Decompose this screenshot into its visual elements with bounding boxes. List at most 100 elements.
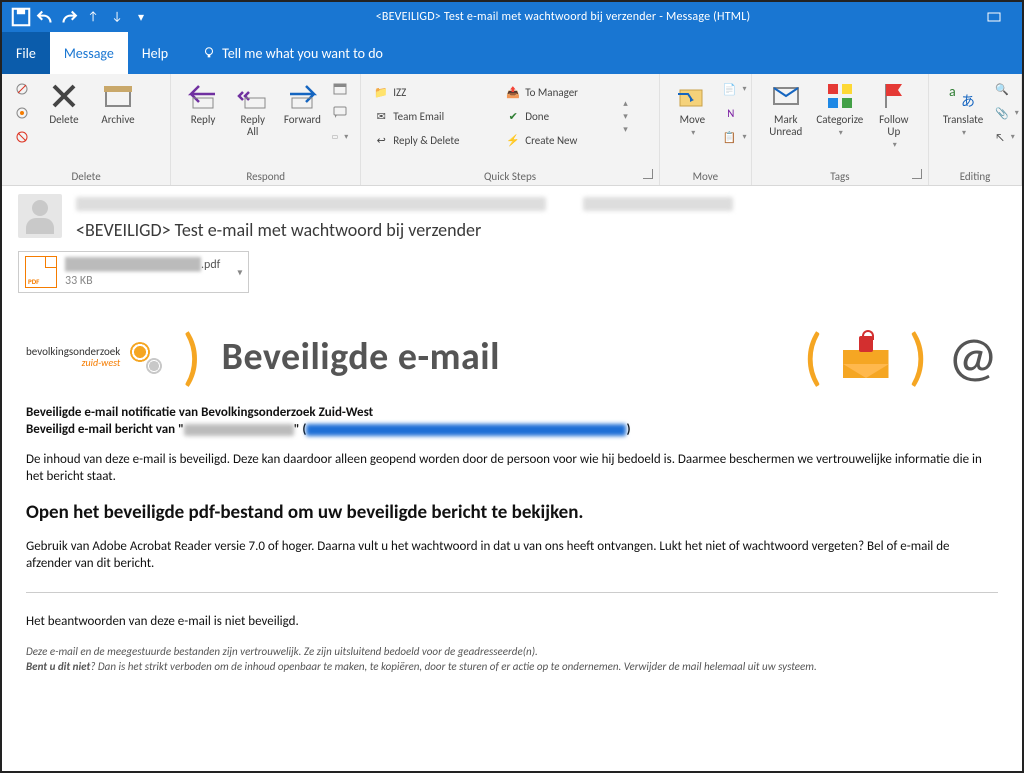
reply-icon bbox=[187, 80, 219, 112]
gear-icon bbox=[128, 340, 162, 374]
group-delete-label: Delete bbox=[10, 168, 162, 183]
svg-text:a: a bbox=[949, 83, 956, 100]
qs-to-manager[interactable]: 📤To Manager bbox=[501, 81, 621, 103]
save-button[interactable] bbox=[10, 6, 32, 28]
attachment[interactable]: ████████████████.pdf 33 KB ▾ bbox=[18, 251, 249, 293]
group-editing-label: Editing bbox=[937, 168, 1013, 183]
para-2: Gebruik van Adobe Acrobat Reader versie … bbox=[26, 538, 998, 572]
block-button[interactable] bbox=[10, 126, 36, 148]
pdf-icon bbox=[25, 256, 57, 288]
categorize-button[interactable]: Categorize bbox=[814, 78, 866, 138]
rules-icon: 📄 bbox=[723, 81, 737, 97]
attachment-dropdown[interactable]: ▾ bbox=[237, 266, 242, 279]
archive-button[interactable]: Archive bbox=[92, 78, 144, 126]
rules-button[interactable]: 📄 bbox=[719, 78, 743, 100]
tell-me-label: Tell me what you want to do bbox=[222, 45, 383, 62]
move-folder-icon bbox=[676, 80, 708, 112]
delete-label: Delete bbox=[49, 114, 78, 126]
translate-button[interactable]: aあ Translate bbox=[937, 78, 989, 138]
ignore-icon bbox=[14, 81, 30, 97]
select-button[interactable]: ↖ bbox=[991, 126, 1013, 148]
delete-button[interactable]: Delete bbox=[38, 78, 90, 126]
ignore-button[interactable] bbox=[10, 78, 36, 100]
para-1: De inhoud van deze e-mail is beveiligd. … bbox=[26, 451, 998, 485]
qs-team-email[interactable]: ✉Team Email bbox=[369, 105, 499, 127]
qs-down[interactable]: ▾ bbox=[623, 111, 641, 122]
im-icon bbox=[332, 105, 348, 121]
reply-button[interactable]: Reply bbox=[179, 78, 227, 126]
qs-more[interactable]: ▾ bbox=[623, 124, 641, 135]
translate-icon: aあ bbox=[947, 80, 979, 112]
archive-icon bbox=[102, 80, 134, 112]
menu-message[interactable]: Message bbox=[50, 32, 128, 74]
qs-reply-delete[interactable]: ↩Reply & Delete bbox=[369, 129, 499, 151]
group-tags-label: Tags bbox=[760, 168, 920, 183]
lock-mail-icon bbox=[843, 336, 889, 378]
related-icon: 📎 bbox=[995, 105, 1009, 121]
move-button[interactable]: Move bbox=[668, 78, 717, 138]
manager-icon: 📤 bbox=[505, 84, 521, 100]
tags-dialog-launcher[interactable] bbox=[912, 169, 922, 179]
window-box-icon[interactable] bbox=[974, 6, 1014, 28]
paren-left2-icon: ( bbox=[803, 332, 822, 382]
sender-avatar bbox=[18, 194, 62, 238]
subject: <BEVEILIGD> Test e-mail met wachtwoord b… bbox=[76, 219, 1006, 241]
attachment-ext: .pdf bbox=[201, 258, 220, 272]
more-respond-button[interactable] bbox=[328, 126, 352, 148]
redo-button[interactable] bbox=[58, 6, 80, 28]
translate-label: Translate bbox=[943, 114, 983, 126]
meeting-button[interactable] bbox=[328, 78, 352, 100]
tell-me-search[interactable]: Tell me what you want to do bbox=[188, 32, 397, 74]
forward-button[interactable]: Forward bbox=[279, 78, 327, 126]
qs-izz[interactable]: 📁IZZ bbox=[369, 81, 499, 103]
qs-done[interactable]: ✔Done bbox=[501, 105, 621, 127]
org-logo: bevolkingsonderzoekzuid-west bbox=[26, 340, 162, 374]
qs-create-new[interactable]: ⚡Create New bbox=[501, 129, 621, 151]
banner-title: Beveiligde e-mail bbox=[222, 334, 500, 380]
select-icon: ↖ bbox=[995, 129, 1005, 145]
svg-text:あ: あ bbox=[961, 93, 975, 110]
disclaimer-1: Deze e-mail en de meegestuurde bestanden… bbox=[26, 644, 998, 659]
categorize-icon bbox=[824, 80, 856, 112]
reply-all-button[interactable]: Reply All bbox=[229, 78, 277, 138]
up-button[interactable]: ↑ bbox=[82, 6, 104, 28]
delete-icon bbox=[48, 80, 80, 112]
disclaimer-2: Bent u dit niet? Dan is het strikt verbo… bbox=[26, 659, 998, 674]
notif-line2: Beveiligd e-mail bericht van "" () bbox=[26, 422, 998, 437]
divider bbox=[26, 592, 998, 593]
para-3: Het beantwoorden van deze e-mail is niet… bbox=[26, 613, 998, 630]
menu-help[interactable]: Help bbox=[128, 32, 182, 74]
mail-icon: ✉ bbox=[373, 108, 389, 124]
undo-button[interactable] bbox=[34, 6, 56, 28]
attachment-name: ████████████████ bbox=[65, 258, 201, 272]
lightning-icon: ⚡ bbox=[505, 132, 521, 148]
attachment-size: 33 KB bbox=[65, 274, 220, 288]
reply-label: Reply bbox=[191, 114, 216, 126]
find-button[interactable]: 🔍 bbox=[991, 78, 1013, 100]
menu-file[interactable]: File bbox=[2, 32, 50, 74]
sender-line bbox=[76, 194, 1006, 213]
qat-customize-button[interactable]: ▾ bbox=[130, 6, 152, 28]
junk-icon bbox=[14, 105, 30, 121]
reply-all-label: Reply All bbox=[240, 114, 265, 138]
heading-open-pdf: Open het beveiligde pdf-bestand om uw be… bbox=[26, 501, 998, 524]
archive-label: Archive bbox=[101, 114, 134, 126]
notif-line1: Beveiligde e-mail notificatie van Bevolk… bbox=[26, 405, 998, 420]
qs-up[interactable]: ▴ bbox=[623, 98, 641, 109]
im-button[interactable] bbox=[328, 102, 352, 124]
group-respond-label: Respond bbox=[179, 168, 352, 183]
find-icon: 🔍 bbox=[995, 81, 1009, 97]
down-button[interactable]: ↓ bbox=[106, 6, 128, 28]
categorize-label: Categorize bbox=[816, 114, 863, 126]
group-quicksteps-label: Quick Steps bbox=[369, 168, 651, 183]
follow-up-button[interactable]: Follow Up bbox=[868, 78, 920, 150]
junk-button[interactable] bbox=[10, 102, 36, 124]
related-button[interactable]: 📎 bbox=[991, 102, 1013, 124]
flag-icon bbox=[878, 80, 910, 112]
message-body: bevolkingsonderzoekzuid-west ) Beveiligd… bbox=[2, 303, 1022, 772]
quicksteps-dialog-launcher[interactable] bbox=[643, 169, 653, 179]
group-move-label: Move bbox=[668, 168, 743, 183]
onenote-button[interactable]: N bbox=[719, 102, 743, 124]
actions-button[interactable]: 📋 bbox=[719, 126, 743, 148]
mark-unread-button[interactable]: Mark Unread bbox=[760, 78, 812, 138]
